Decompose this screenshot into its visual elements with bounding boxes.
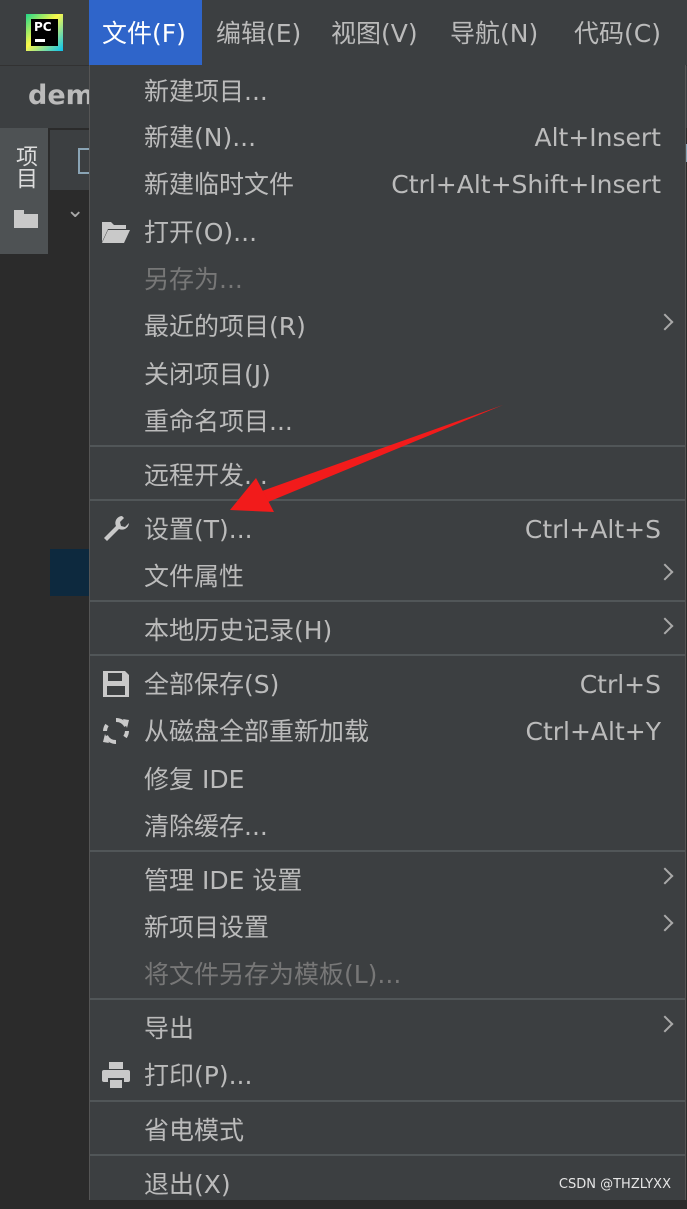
annotation-arrow [230, 405, 503, 512]
watermark: CSDN @THZLYXX [558, 1177, 671, 1192]
